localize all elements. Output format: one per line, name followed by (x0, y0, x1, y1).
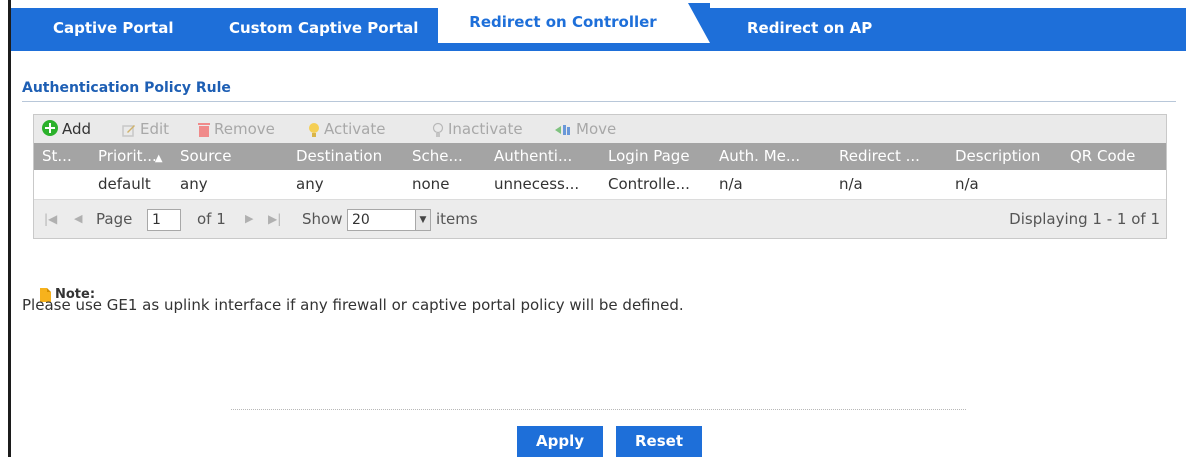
first-page-icon[interactable]: |◀ (44, 200, 57, 238)
page-count-label: of 1 (197, 210, 226, 228)
show-label: Show (302, 210, 343, 228)
tab-redirect-on-ap[interactable]: Redirect on AP (747, 8, 872, 51)
inactivate-label: Inactivate (448, 120, 523, 138)
column-header-redirect[interactable]: Redirect ... (839, 143, 949, 170)
table-row[interactable]: default any any none unnecess... Control… (34, 170, 1166, 199)
note-text: Please use GE1 as uplink interface if an… (22, 296, 684, 314)
grid-toolbar: Add Edit Remove Activate Inactivate Move (34, 115, 1166, 143)
cell-schedule: none (412, 175, 450, 193)
page-label: Page (96, 210, 133, 228)
apply-button[interactable]: Apply (517, 426, 603, 457)
policy-rule-grid: Add Edit Remove Activate Inactivate Move… (33, 114, 1167, 239)
column-header-priority[interactable]: Priorit...▲ (98, 143, 170, 170)
tab-active-slant (688, 3, 710, 43)
column-header-auth-method[interactable]: Auth. Me... (719, 143, 829, 170)
footer-divider (231, 409, 966, 410)
tab-redirect-on-controller[interactable]: Redirect on Controller (438, 3, 688, 43)
inactivate-button[interactable]: Inactivate (432, 115, 523, 143)
add-label: Add (62, 120, 92, 138)
remove-button[interactable]: Remove (198, 115, 275, 143)
cell-qr-code (1070, 170, 1160, 199)
displaying-status: Displaying 1 - 1 of 1 (1009, 210, 1160, 228)
remove-label: Remove (214, 120, 275, 138)
page-size-select[interactable]: 20 (347, 209, 417, 231)
cell-priority: default (98, 175, 151, 193)
trash-icon (198, 123, 210, 137)
prev-page-icon[interactable]: ◀ (74, 200, 82, 238)
column-header-status[interactable]: St... (42, 143, 88, 170)
move-button[interactable]: Move (554, 115, 616, 143)
column-header-description[interactable]: Description (955, 143, 1063, 170)
cell-authentication: unnecess... (494, 175, 580, 193)
column-header-schedule[interactable]: Sche... (412, 143, 490, 170)
last-page-icon[interactable]: ▶| (268, 200, 281, 238)
table-header: St... Priorit...▲ Source Destination Sch… (34, 143, 1166, 170)
pager: |◀ ◀ Page 1 of 1 ▶ ▶| Show 20 ▼ items Di… (34, 200, 1166, 238)
column-header-authentication[interactable]: Authenti... (494, 143, 604, 170)
column-header-login-page[interactable]: Login Page (608, 143, 718, 170)
cell-auth-method: n/a (719, 175, 743, 193)
cell-description: n/a (955, 175, 979, 193)
cell-login-page: Controlle... (608, 175, 690, 193)
content-panel (11, 51, 1186, 457)
add-icon (42, 119, 58, 136)
next-page-icon[interactable]: ▶ (245, 200, 253, 238)
activate-label: Activate (324, 120, 386, 138)
add-button[interactable]: Add (42, 115, 91, 143)
cell-source: any (180, 175, 208, 193)
cell-redirect: n/a (839, 175, 863, 193)
tab-captive-portal[interactable]: Captive Portal (53, 8, 173, 51)
section-title: Authentication Policy Rule (22, 80, 231, 96)
edit-icon (122, 124, 135, 137)
column-header-source[interactable]: Source (180, 143, 290, 170)
page-number-input[interactable]: 1 (147, 209, 181, 231)
move-label: Move (576, 120, 617, 138)
activate-button[interactable]: Activate (308, 115, 385, 143)
edit-label: Edit (140, 120, 170, 138)
priority-header-label: Priorit... (98, 147, 157, 165)
column-header-destination[interactable]: Destination (296, 143, 410, 170)
edit-button[interactable]: Edit (122, 115, 169, 143)
lightbulb-on-icon (309, 122, 319, 137)
lightbulb-off-icon (432, 122, 444, 137)
column-header-qr-code[interactable]: QR Code (1070, 143, 1160, 170)
section-divider (22, 101, 1176, 102)
items-label: items (436, 210, 478, 228)
chevron-down-icon[interactable]: ▼ (415, 209, 431, 231)
tab-custom-captive-portal[interactable]: Custom Captive Portal (229, 8, 418, 51)
move-icon (555, 124, 570, 135)
cell-status (42, 170, 88, 199)
sort-ascending-icon: ▲ (154, 153, 163, 164)
cell-destination: any (296, 175, 324, 193)
reset-button[interactable]: Reset (616, 426, 702, 457)
